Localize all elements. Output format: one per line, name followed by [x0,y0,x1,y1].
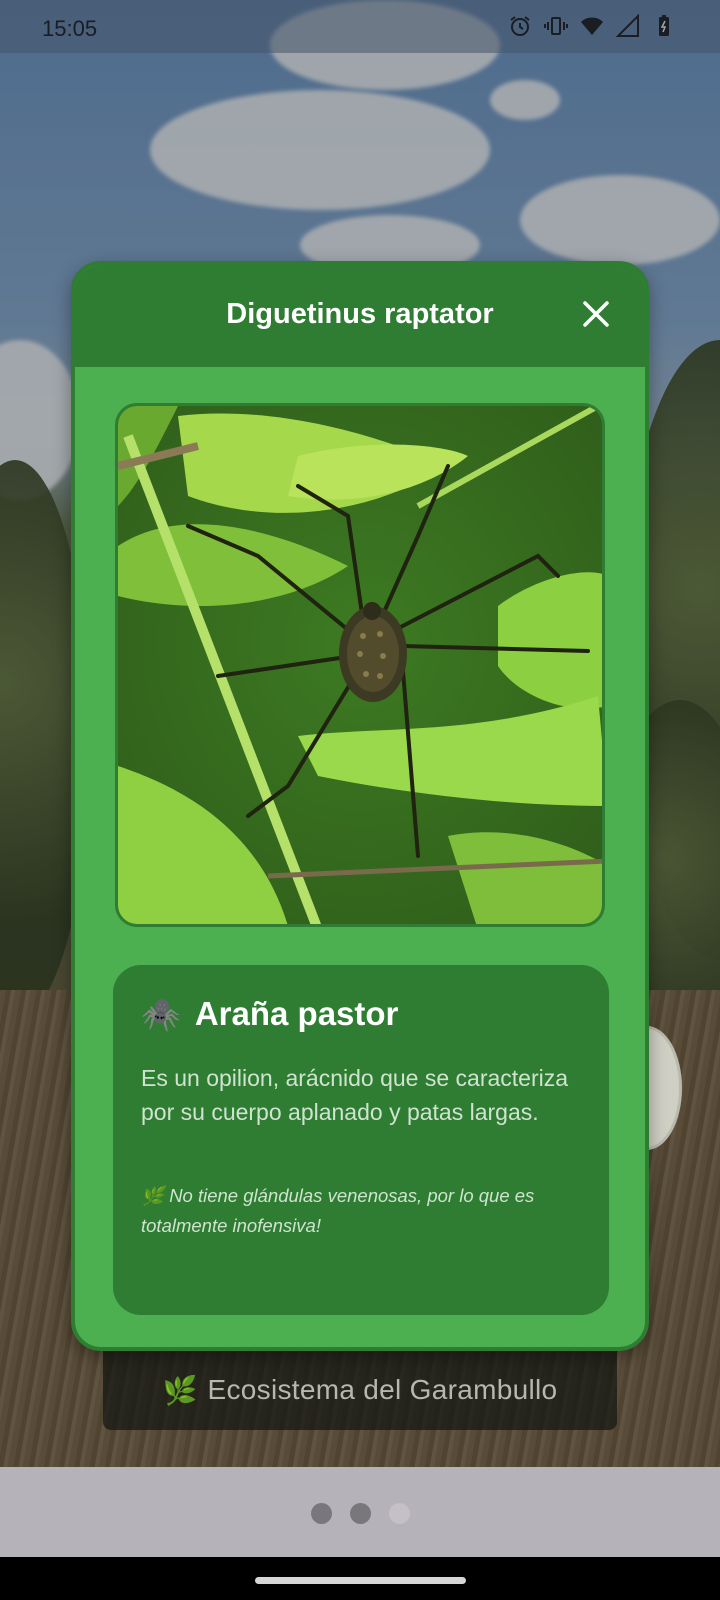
gesture-handle[interactable] [255,1577,466,1584]
dialog-header: Diguetinus raptator [75,265,645,367]
pager-bar [0,1467,720,1557]
close-button[interactable] [581,299,611,329]
page-indicator [0,1503,720,1524]
species-dialog: Diguetinus raptator 🕷️ Araña pastor Es u… [71,261,649,1351]
page-dot[interactable] [310,1503,332,1524]
signal-icon [616,14,639,37]
spider-photo [118,406,602,924]
species-note-text: No tiene glándulas venenosas, por lo que… [141,1185,535,1236]
page-dot[interactable] [349,1503,371,1524]
species-info-card: 🕷️ Araña pastor Es un opilion, arácnido … [113,965,609,1315]
status-icons [508,14,676,38]
ecosystem-label: Ecosistema del Garambullo [207,1374,558,1405]
leaf-icon: 🌿 [162,1374,198,1406]
species-note: 🌿 No tiene glándulas venenosas, por lo q… [141,1181,581,1241]
battery-icon [659,15,669,36]
page-dot-active[interactable] [388,1503,410,1524]
species-common-name: Araña pastor [194,995,399,1032]
dialog-title: Diguetinus raptator [226,298,494,330]
leaf-icon: 🌿 [141,1185,165,1206]
status-bar: 15:05 [0,0,720,53]
ecosystem-banner[interactable]: 🌿 Ecosistema del Garambullo [103,1350,617,1430]
species-header: 🕷️ Araña pastor [141,995,398,1033]
alarm-icon [510,16,530,36]
species-description: Es un opilion, arácnido que se caracteri… [141,1065,569,1125]
status-time: 15:05 [42,16,98,41]
vibrate-icon [544,17,568,35]
spider-icon: 🕷️ [141,996,181,1032]
close-icon [583,301,609,327]
species-photo [115,403,605,927]
wifi-icon [581,17,603,35]
